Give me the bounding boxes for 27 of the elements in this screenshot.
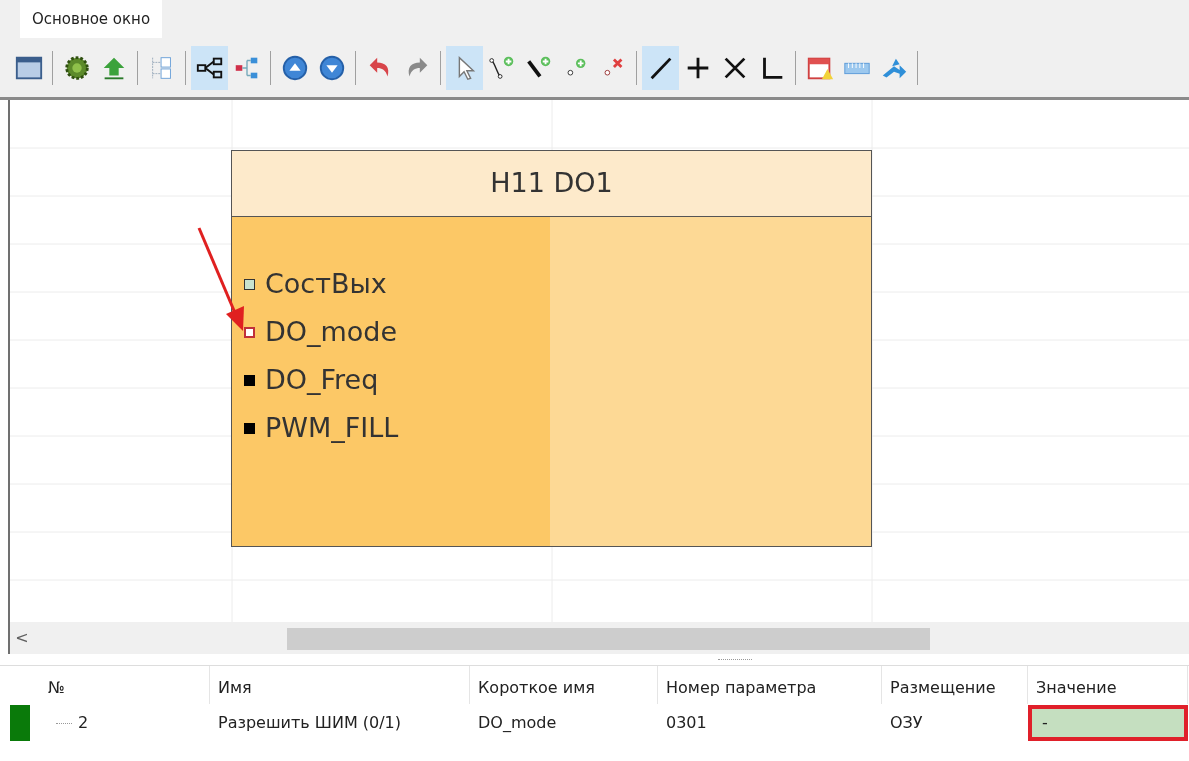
port-label[interactable]: DO_Freq	[265, 360, 379, 401]
table-cell-text: 2	[78, 712, 89, 734]
column-header[interactable]: №	[48, 676, 65, 700]
port-label[interactable]: PWM_FILL	[265, 408, 399, 449]
port-label[interactable]: DO_mode	[265, 312, 398, 353]
hierarchy-tool[interactable]	[191, 45, 228, 90]
table-cell: DO_mode	[478, 713, 557, 732]
function-block[interactable]: H11 DO1 СостВых DO_mode DO_Freq PWM_FILL	[231, 150, 872, 547]
table-cell: ОЗУ	[890, 713, 923, 732]
column-header[interactable]: Короткое имя	[478, 676, 595, 700]
splitter-grip[interactable]	[717, 658, 752, 661]
table-cell: Разрешить ШИМ (0/1)	[218, 713, 402, 732]
column-header[interactable]: Номер параметра	[666, 676, 817, 700]
slash-tool[interactable]	[642, 45, 679, 90]
port-label[interactable]: СостВых	[265, 264, 387, 305]
column-header[interactable]: Значение	[1036, 676, 1117, 700]
select-tool[interactable]	[446, 45, 483, 90]
row-status-bar	[10, 705, 30, 741]
value-cell[interactable]: -	[1028, 705, 1188, 741]
block-title: H11 DO1	[490, 166, 613, 201]
scroll-left-button[interactable]: <	[10, 626, 34, 650]
column-header[interactable]: Имя	[218, 676, 252, 700]
horizontal-scrollbar[interactable]: <	[8, 622, 1189, 654]
scrollbar-thumb[interactable]	[287, 628, 930, 650]
table-cell: 0301	[666, 713, 707, 732]
column-header[interactable]: Размещение	[890, 676, 996, 700]
tab[interactable]: Основное окно	[20, 0, 163, 38]
